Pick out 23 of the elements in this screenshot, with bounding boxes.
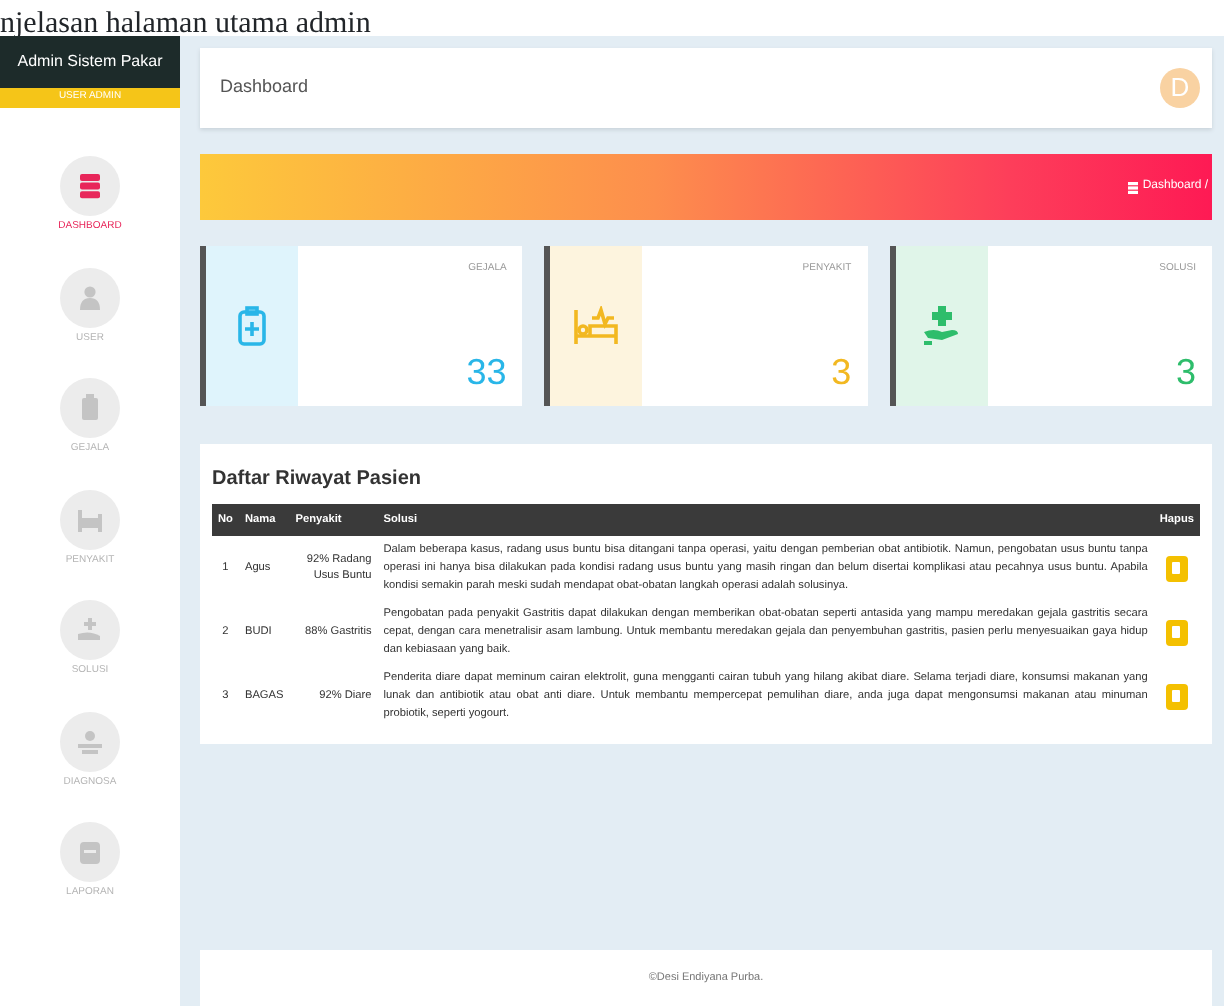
nav-icon	[76, 283, 104, 311]
delete-button[interactable]	[1165, 555, 1188, 582]
user-avatar[interactable]: D	[1160, 68, 1200, 108]
hospital-bed-icon	[572, 306, 621, 346]
stat-value: 3	[831, 354, 852, 390]
nav-icon	[76, 505, 104, 533]
page-title: Dashboard	[220, 74, 309, 101]
stat-value: 33	[466, 354, 507, 390]
nav-icon	[76, 172, 104, 200]
nav-icon	[76, 394, 104, 422]
delete-button[interactable]	[1165, 683, 1188, 710]
stat-value: 3	[1175, 354, 1196, 390]
clipboard-plus-icon	[238, 306, 266, 346]
caption-text: njelasan halaman utama admin	[0, 6, 371, 42]
nav-icon	[76, 838, 104, 866]
sidebar-title: Admin Sistem Pakar	[0, 36, 180, 88]
nav-icon	[76, 616, 104, 644]
hand-plus-icon	[921, 306, 962, 346]
nav-icon	[76, 727, 104, 755]
dashboard-icon	[1128, 181, 1139, 193]
table-title: Daftar Riwayat Pasien	[212, 466, 423, 494]
nav-icon-circle[interactable]	[60, 156, 120, 216]
delete-button[interactable]	[1165, 619, 1188, 646]
